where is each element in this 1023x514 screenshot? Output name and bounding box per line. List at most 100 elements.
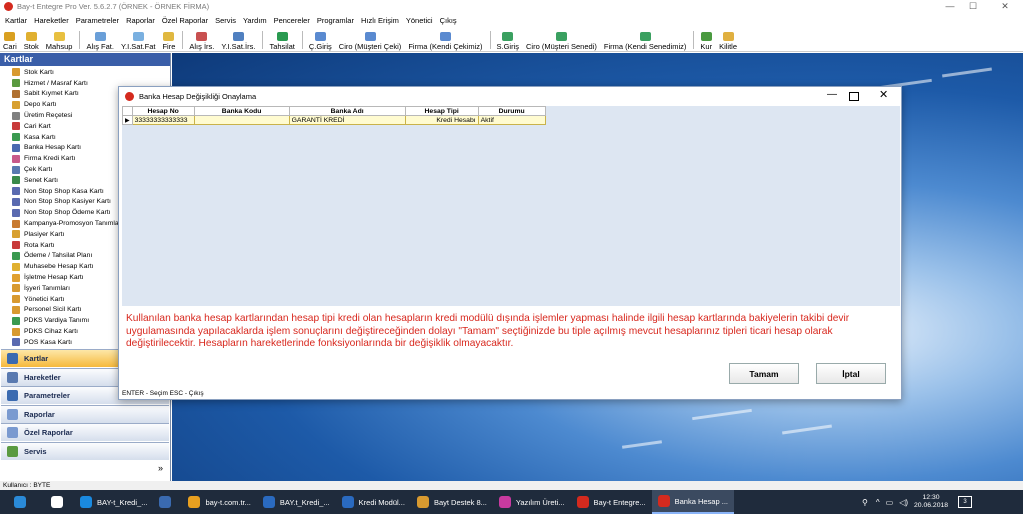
taskbar-item[interactable]: Kredi Modül... bbox=[336, 490, 411, 514]
sidebar-item-label: Rota Kartı bbox=[24, 241, 55, 249]
sidebar-item[interactable]: Stok Kartı bbox=[0, 67, 168, 78]
taskbar-item[interactable] bbox=[45, 490, 74, 514]
toolbar-button-16[interactable]: Kilitle bbox=[719, 32, 737, 51]
menu-item-4[interactable]: Özel Raporlar bbox=[162, 16, 208, 25]
toolbar-button-12[interactable]: S.Giriş bbox=[497, 32, 519, 51]
sidebar-item-icon bbox=[12, 316, 20, 325]
taskbar-item[interactable]: Bayt Destek 8... bbox=[411, 490, 493, 514]
menu-item-6[interactable]: Yardım bbox=[243, 16, 267, 25]
taskbar-item-label: Banka Hesap ... bbox=[674, 496, 728, 506]
taskbar-item[interactable]: Bay-t Entegre... bbox=[571, 490, 652, 514]
sidebar-item-icon bbox=[12, 165, 20, 174]
menu-item-2[interactable]: Parametreler bbox=[76, 16, 119, 25]
bank-account-grid[interactable]: Hesap No Banka Kodu Banka Adı Hesap Tipi… bbox=[122, 106, 900, 306]
nav-button-icon bbox=[7, 427, 18, 438]
toolbar-icon bbox=[439, 32, 451, 41]
table-row[interactable]: ▶ 33333333333333 GARANTİ KREDİ Kredi Hes… bbox=[122, 115, 546, 125]
toolbar-button-15[interactable]: Kur bbox=[700, 32, 712, 51]
nav-button[interactable]: Raporlar bbox=[1, 404, 169, 423]
taskbar-item[interactable] bbox=[153, 490, 182, 514]
app-logo-icon bbox=[4, 2, 13, 11]
tray-chevron-icon[interactable]: ^ bbox=[876, 498, 880, 507]
toolbar-button-4[interactable]: Y.I.Sat.Fat bbox=[121, 32, 155, 51]
menu-item-0[interactable]: Kartlar bbox=[5, 16, 27, 25]
taskbar-item[interactable]: BAY-t_Kredi_... bbox=[74, 490, 153, 514]
taskbar-item-label: BAY.t_Kredi_... bbox=[279, 497, 330, 507]
menu-item-8[interactable]: Programlar bbox=[317, 16, 354, 25]
menu-item-9[interactable]: Hızlı Erişim bbox=[361, 16, 399, 25]
sidebar-item-icon bbox=[12, 305, 20, 314]
volume-icon[interactable]: ◁) bbox=[899, 498, 908, 507]
clock[interactable]: 12:30 20.06.2018 bbox=[914, 494, 948, 510]
taskbar-app-icon bbox=[159, 496, 172, 508]
network-icon[interactable]: ▭ bbox=[886, 498, 894, 507]
cell-durumu[interactable]: Aktif bbox=[477, 115, 546, 125]
notification-icon[interactable]: 3 bbox=[958, 496, 973, 508]
toolbar-button-6[interactable]: Alış İrs. bbox=[189, 32, 214, 51]
clock-time: 12:30 bbox=[922, 494, 940, 501]
column-header-durumu[interactable]: Durumu bbox=[477, 106, 546, 116]
toolbar-button-3[interactable]: Alış Fat. bbox=[86, 32, 114, 51]
toolbar-button-14[interactable]: Firma (Kendi Senedimiz) bbox=[603, 32, 687, 51]
toolbar-button-8[interactable]: Tahsilat bbox=[269, 32, 295, 51]
toolbar-icon bbox=[502, 32, 514, 41]
menu-item-5[interactable]: Servis bbox=[215, 16, 236, 25]
taskbar-item[interactable] bbox=[0, 490, 45, 514]
toolbar-button-10[interactable]: Ciro (Müşteri Çeki) bbox=[339, 32, 401, 51]
toolbar-button-5[interactable]: Fire bbox=[162, 32, 175, 51]
menu-item-7[interactable]: Pencereler bbox=[274, 16, 310, 25]
dialog-close-button[interactable]: ✕ bbox=[879, 88, 888, 101]
cell-banka-kodu[interactable] bbox=[193, 115, 290, 125]
nav-button-icon bbox=[7, 353, 18, 364]
toolbar-icon bbox=[700, 32, 712, 41]
close-button[interactable]: ✕ bbox=[990, 0, 1020, 13]
people-icon[interactable]: ⚲ bbox=[862, 498, 868, 507]
toolbar-label: Firma (Kendi Çekimiz) bbox=[408, 42, 483, 51]
menu-item-11[interactable]: Çıkış bbox=[440, 16, 457, 25]
taskbar-item-label: bay-t.com.tr... bbox=[205, 497, 251, 507]
toolbar-button-0[interactable]: Cari bbox=[3, 32, 17, 51]
dialog-minimize-button[interactable]: — bbox=[827, 89, 837, 100]
menu-item-10[interactable]: Yönetici bbox=[406, 16, 433, 25]
menu-item-3[interactable]: Raporlar bbox=[126, 16, 155, 25]
status-bar: Kullanıcı : BYTE bbox=[0, 481, 1023, 490]
toolbar-button-13[interactable]: Ciro (Müşteri Senedi) bbox=[526, 32, 597, 51]
sidebar-item-icon bbox=[12, 176, 20, 185]
maximize-button[interactable]: ☐ bbox=[958, 0, 988, 13]
toolbar-button-2[interactable]: Mahsup bbox=[46, 32, 72, 51]
toolbar-separator bbox=[182, 30, 184, 49]
taskbar-item[interactable]: Banka Hesap ... bbox=[651, 490, 734, 514]
column-header-hesap-tipi[interactable]: Hesap Tipi bbox=[404, 106, 479, 116]
taskbar-item[interactable]: Yazılım Üreti... bbox=[493, 490, 571, 514]
status-user: Kullanıcı : BYTE bbox=[3, 482, 51, 489]
toolbar-button-9[interactable]: Ç.Giriş bbox=[309, 32, 332, 51]
cell-hesap-no[interactable]: 33333333333333 bbox=[131, 115, 195, 125]
column-header-banka-kodu[interactable]: Banka Kodu bbox=[193, 106, 290, 116]
sidebar-item-icon bbox=[12, 273, 20, 282]
sidebar-item-label: Üretim Reçetesi bbox=[24, 112, 73, 120]
toolbar-icon bbox=[639, 32, 651, 41]
sidebar-item-icon bbox=[12, 295, 20, 304]
ok-button[interactable]: Tamam bbox=[729, 363, 799, 384]
sidebar-more-button[interactable]: » bbox=[158, 463, 163, 473]
sidebar-item-icon bbox=[12, 197, 20, 206]
cell-banka-adi[interactable]: GARANTİ KREDİ bbox=[288, 115, 406, 125]
column-header-hesap-no[interactable]: Hesap No bbox=[131, 106, 195, 116]
taskbar-item[interactable]: BAY.t_Kredi_... bbox=[257, 490, 336, 514]
sidebar-item-label: Non Stop Shop Kasiyer Kartı bbox=[24, 198, 111, 206]
toolbar-button-7[interactable]: Y.I.Sat.İrs. bbox=[221, 32, 255, 51]
sidebar-item-label: Depo Kartı bbox=[24, 101, 57, 109]
dialog-maximize-button[interactable] bbox=[849, 92, 859, 101]
sidebar-item-icon bbox=[12, 219, 20, 228]
taskbar-item[interactable]: bay-t.com.tr... bbox=[182, 490, 256, 514]
toolbar-button-1[interactable]: Stok bbox=[24, 32, 39, 51]
cell-hesap-tipi[interactable]: Kredi Hesabı bbox=[404, 115, 479, 125]
toolbar-label: Firma (Kendi Senedimiz) bbox=[603, 42, 687, 51]
system-tray: ⚲ ^ ▭ ◁) 12:30 20.06.2018 3 bbox=[862, 490, 973, 514]
column-header-banka-adi[interactable]: Banka Adı bbox=[288, 106, 406, 116]
nav-button[interactable]: Servis bbox=[1, 441, 169, 460]
cancel-button[interactable]: İptal bbox=[816, 363, 886, 384]
nav-button[interactable]: Özel Raporlar bbox=[1, 423, 169, 441]
toolbar-button-11[interactable]: Firma (Kendi Çekimiz) bbox=[408, 32, 483, 51]
menu-item-1[interactable]: Hareketler bbox=[34, 16, 69, 25]
